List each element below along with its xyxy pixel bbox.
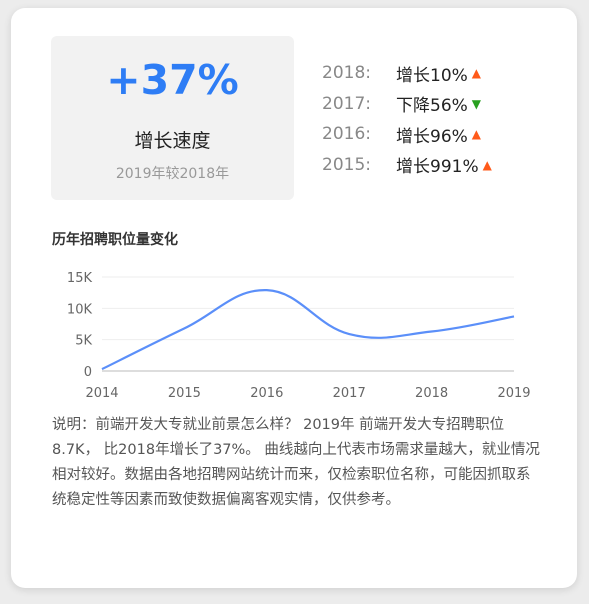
description-note: 说明：前端开发大专就业前景怎么样？ 2019年 前端开发大专招聘职位 8.7K，…: [52, 417, 540, 508]
series-line: [101, 289, 515, 371]
x-tick-label: 2017: [333, 386, 366, 401]
x-tick-label: 2014: [85, 386, 118, 401]
x-tick-label: 2016: [250, 386, 283, 401]
y-tick-label: 15K: [67, 271, 93, 286]
x-tick-label: 2015: [168, 386, 201, 401]
y-tick-label: 5K: [75, 334, 92, 349]
x-tick-label: 2019: [497, 386, 530, 401]
y-tick-label: 0: [84, 365, 92, 380]
y-tick-label: 10K: [67, 302, 93, 317]
line-chart: 0 5K 10K 15K 2014 2015 2016 2017 2018 2019: [67, 271, 531, 401]
x-tick-label: 2018: [415, 386, 448, 401]
